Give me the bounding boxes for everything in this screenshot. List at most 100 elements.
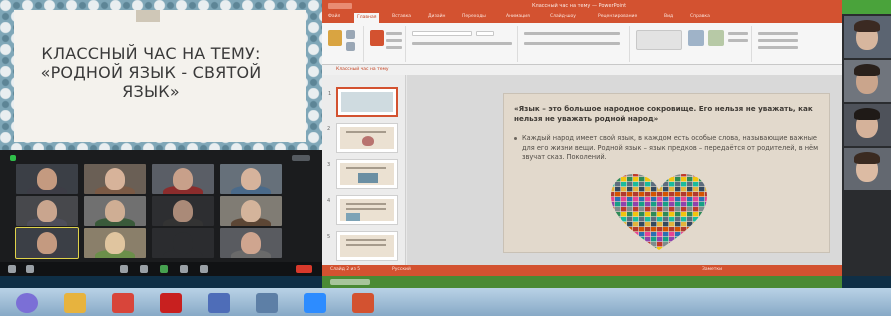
mosaic-tile: [699, 177, 705, 182]
folder-taskbar-button[interactable]: [58, 291, 92, 315]
mosaic-tile: [675, 212, 681, 217]
participant-tile[interactable]: [220, 196, 282, 226]
copy-icon[interactable]: [346, 42, 355, 51]
mosaic-tile: [663, 202, 669, 207]
tab-view[interactable]: Вид: [664, 14, 673, 19]
participant-tile[interactable]: [16, 196, 78, 226]
section-button[interactable]: [386, 46, 402, 49]
tab-help[interactable]: Справка: [690, 14, 710, 19]
font-size-box[interactable]: [476, 31, 494, 36]
language-indicator[interactable]: Русский: [392, 267, 411, 272]
horizontal-scrollbar[interactable]: [330, 279, 370, 285]
acrobat-taskbar-button[interactable]: [154, 291, 188, 315]
mosaic-tile: [621, 174, 627, 177]
flag-taskbar-button[interactable]: [202, 291, 236, 315]
shape-fill-button[interactable]: [728, 32, 748, 35]
reactions-icon[interactable]: [200, 265, 208, 273]
thumb-preview: [340, 127, 394, 149]
security-shield-icon[interactable]: [10, 155, 16, 161]
tab-slideshow[interactable]: Слайд-шоу: [550, 14, 576, 19]
mosaic-tile: [651, 182, 657, 187]
mosaic-tile: [651, 197, 657, 202]
slide-thumbnail[interactable]: 3: [327, 159, 398, 189]
mosaic-tile: [669, 237, 675, 242]
slide-thumbnail[interactable]: 2: [327, 123, 398, 153]
zoom-gallery-view: [0, 150, 322, 276]
select-button[interactable]: [758, 46, 798, 49]
participant-tile[interactable]: [152, 196, 214, 226]
participant-tile[interactable]: [84, 228, 146, 258]
shapes-gallery[interactable]: [636, 30, 682, 50]
video-tile[interactable]: [844, 104, 891, 146]
participant-tile[interactable]: [84, 196, 146, 226]
mosaic-tile: [615, 222, 621, 227]
mosaic-tile: [611, 217, 615, 222]
font-name-box[interactable]: [412, 31, 472, 36]
slide-thumbnail[interactable]: 5: [327, 231, 398, 261]
mosaic-tile: [633, 182, 639, 187]
layout-button[interactable]: [386, 32, 402, 35]
mosaic-tile: [657, 217, 663, 222]
video-tile[interactable]: [844, 60, 891, 102]
mosaic-tile: [693, 202, 699, 207]
mosaic-tile: [651, 237, 657, 242]
cut-icon[interactable]: [346, 30, 355, 39]
video-tile[interactable]: [844, 148, 891, 190]
tab-animations[interactable]: Анимация: [506, 14, 530, 19]
share-screen-icon[interactable]: [160, 265, 168, 273]
chat-icon[interactable]: [140, 265, 148, 273]
list-buttons[interactable]: [524, 32, 620, 35]
slide-thumbnail[interactable]: 1: [328, 87, 398, 117]
zoom-taskbar-button[interactable]: [298, 291, 332, 315]
view-toggle-icon[interactable]: [292, 155, 310, 161]
new-slide-icon[interactable]: [370, 30, 384, 46]
media-taskbar-button[interactable]: [250, 291, 284, 315]
chrome-taskbar-button[interactable]: [106, 291, 140, 315]
quick-styles-icon[interactable]: [708, 30, 724, 46]
mosaic-tile: [693, 242, 699, 247]
tab-home[interactable]: Главная: [354, 13, 380, 23]
powerpoint-taskbar-button[interactable]: [346, 291, 380, 315]
replace-button[interactable]: [758, 39, 798, 42]
mosaic-tile: [657, 237, 663, 242]
find-button[interactable]: [758, 32, 798, 35]
tab-design[interactable]: Дизайн: [428, 14, 445, 19]
participant-tile[interactable]: [152, 228, 214, 258]
participants-icon[interactable]: [120, 265, 128, 273]
video-tile[interactable]: [844, 16, 891, 58]
tab-review[interactable]: Рецензирование: [598, 14, 637, 19]
participant-tile[interactable]: [152, 164, 214, 194]
clipboard-group: [324, 26, 364, 62]
participant-tile[interactable]: [220, 228, 282, 258]
record-icon[interactable]: [180, 265, 188, 273]
mosaic-tile: [639, 217, 645, 222]
participant-tile[interactable]: [84, 164, 146, 194]
slide-thumbnail[interactable]: 4: [327, 195, 398, 225]
participant-tile[interactable]: [15, 227, 79, 259]
slide-editing-canvas[interactable]: «Язык – это большое народное сокровище. …: [407, 75, 842, 265]
quick-access-toolbar[interactable]: [328, 3, 352, 9]
reset-button[interactable]: [386, 39, 402, 42]
tab-file[interactable]: Файл: [328, 14, 340, 19]
tab-transitions[interactable]: Переходы: [462, 14, 486, 19]
participant-tile[interactable]: [16, 164, 78, 194]
mosaic-tile: [645, 177, 651, 182]
mosaic-tile: [611, 212, 615, 217]
end-meeting-button[interactable]: [296, 265, 312, 273]
current-slide[interactable]: «Язык – это большое народное сокровище. …: [503, 93, 830, 253]
tab-insert[interactable]: Вставка: [392, 14, 411, 19]
mute-icon[interactable]: [8, 265, 16, 273]
notes-button[interactable]: Заметки: [702, 267, 722, 272]
title-slide-view: КЛАССНЫЙ ЧАС НА ТЕМУ: «РОДНОЙ ЯЗЫК - СВЯ…: [0, 0, 322, 150]
font-format-buttons[interactable]: [412, 42, 512, 45]
taskbar: [0, 276, 891, 316]
arrange-icon[interactable]: [688, 30, 704, 46]
paste-icon[interactable]: [328, 30, 342, 46]
shape-outline-button[interactable]: [728, 39, 748, 42]
mosaic-tile: [621, 187, 627, 192]
align-buttons[interactable]: [524, 42, 620, 45]
mosaic-tile: [639, 192, 645, 197]
start-orb-taskbar-button[interactable]: [10, 291, 44, 315]
participant-tile[interactable]: [220, 164, 282, 194]
video-camera-icon[interactable]: [26, 265, 34, 273]
